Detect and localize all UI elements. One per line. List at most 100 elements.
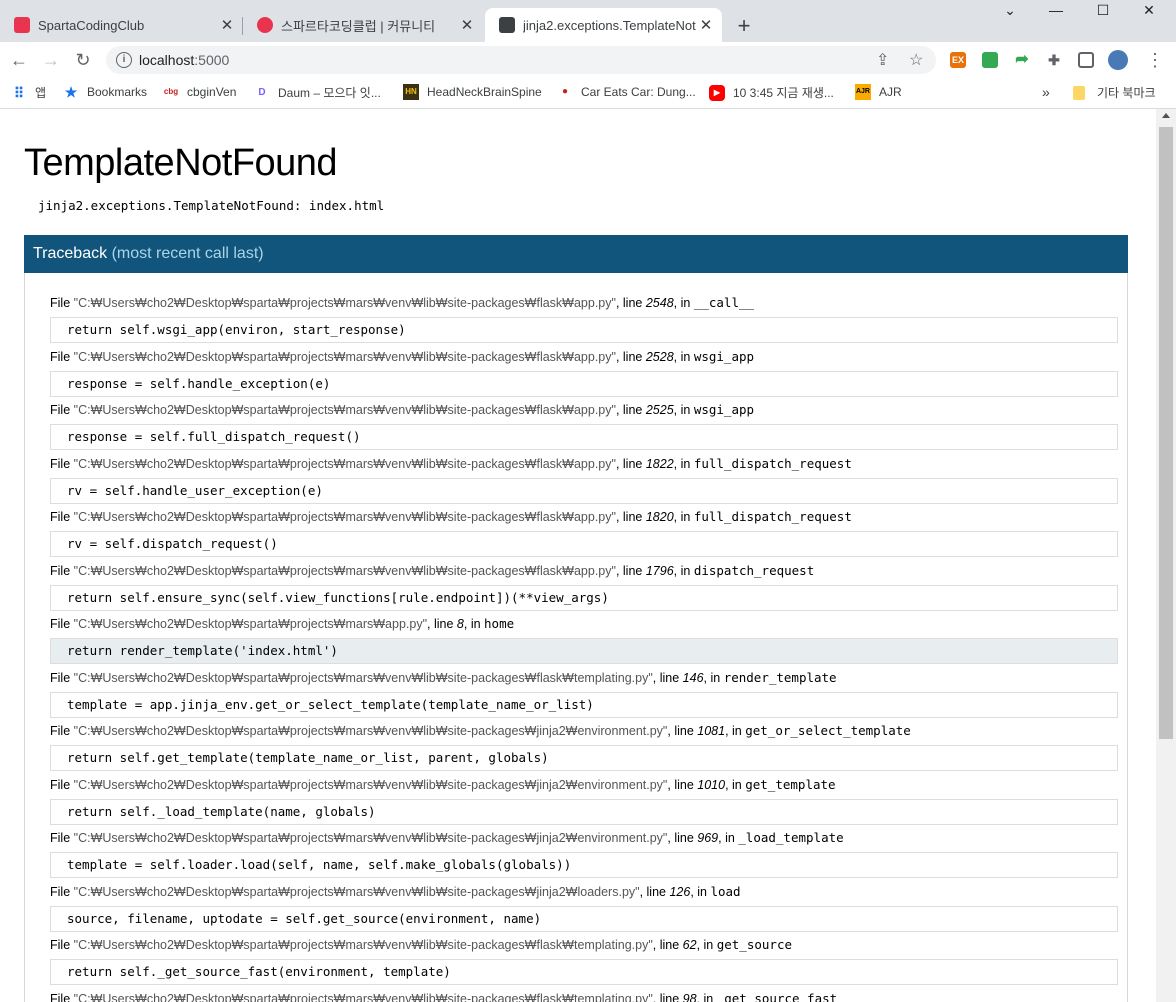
menu-icon[interactable]: ⋮ — [1146, 50, 1164, 71]
frame-line-number: 1820 — [645, 510, 674, 524]
frame-line-number: 98 — [682, 991, 697, 1002]
error-message: jinja2.exceptions.TemplateNotFound: inde… — [38, 198, 385, 213]
frame-source-line[interactable]: rv = self.dispatch_request() — [50, 531, 1118, 557]
frame-source-line[interactable]: return self.wsgi_app(environ, start_resp… — [50, 317, 1118, 343]
tab-community[interactable]: 스파르타코딩클럽 | 커뮤니티 ✕ — [243, 8, 483, 42]
frame-source-line[interactable]: source, filename, uptodate = self.get_so… — [50, 905, 1118, 932]
bookmark-daum[interactable]: D Daum – 모으다 잇... — [254, 84, 380, 101]
share-icon[interactable]: ⇪ — [876, 50, 889, 70]
frame-function-name: __call__ — [693, 295, 755, 310]
frame-file-path: "C:₩Users₩cho2₩Desktop₩sparta₩projects₩m… — [73, 884, 640, 899]
close-window-icon[interactable]: ✕ — [1126, 2, 1172, 19]
traceback-frame: File "C:₩Users₩cho2₩Desktop₩sparta₩proje… — [50, 348, 1118, 397]
bookmark-car-eats-car[interactable]: ● Car Eats Car: Dung... — [557, 84, 696, 100]
traceback-frame: File "C:₩Users₩cho2₩Desktop₩sparta₩proje… — [50, 776, 1118, 825]
frame-source-line[interactable]: return self.ensure_sync(self.view_functi… — [50, 584, 1118, 611]
bookmark-youtube[interactable]: ▶ 10 3:45 지금 재생... — [709, 84, 834, 101]
frame-function-name: dispatch_request — [693, 562, 815, 578]
bookmark-ajr[interactable]: AJR AJR — [855, 84, 902, 100]
page-content: TemplateNotFound jinja2.exceptions.Templ… — [0, 109, 1156, 1002]
puzzle-extensions-icon[interactable]: ✚ — [1046, 52, 1062, 68]
bookmark-bookmarks[interactable]: ★ Bookmarks — [63, 84, 147, 100]
bookmark-label: 기타 북마크 — [1097, 86, 1156, 100]
tab-jinja-error[interactable]: jinja2.exceptions.TemplateNotFo ✕ — [485, 8, 722, 42]
new-tab-icon[interactable]: + — [732, 13, 756, 39]
frame-source-line[interactable]: return self._get_source_fast(environment… — [50, 959, 1118, 985]
frame-function-name: get_source — [716, 937, 792, 952]
file-label: File — [50, 296, 71, 310]
frame-source-line[interactable]: return self._load_template(name, globals… — [50, 798, 1118, 825]
sparta-favicon-icon — [14, 17, 30, 33]
tab-spartacodingclub[interactable]: SpartaCodingClub ✕ — [0, 8, 243, 42]
traceback-note: (most recent call last) — [111, 245, 264, 262]
frame-source-line[interactable]: rv = self.handle_user_exception(e) — [50, 477, 1118, 504]
hnbs-icon: HN — [403, 84, 419, 100]
scroll-up-icon[interactable] — [1162, 113, 1170, 118]
more-bookmarks-icon[interactable]: » — [1042, 84, 1050, 100]
terminal-favicon-icon — [499, 17, 515, 33]
traceback-frame: File "C:₩Users₩cho2₩Desktop₩sparta₩proje… — [50, 294, 1118, 343]
traceback-frame: File "C:₩Users₩cho2₩Desktop₩sparta₩proje… — [50, 615, 1118, 664]
line-label: , line — [615, 456, 646, 471]
frame-source-line[interactable]: template = app.jinja_env.get_or_select_t… — [50, 691, 1118, 718]
frame-location: File "C:₩Users₩cho2₩Desktop₩sparta₩proje… — [50, 722, 1118, 740]
profile-avatar[interactable] — [1108, 50, 1128, 70]
line-label: , line — [615, 510, 646, 524]
ex-extension-icon[interactable]: EX — [950, 52, 966, 68]
bookmark-cbginven[interactable]: cbg cbginVen — [163, 84, 237, 100]
file-label: File — [50, 456, 71, 471]
frame-source-line[interactable]: template = self.loader.load(self, name, … — [50, 852, 1118, 878]
frame-file-path: "C:₩Users₩cho2₩Desktop₩sparta₩projects₩m… — [73, 617, 428, 631]
frame-line-number: 2525 — [645, 403, 674, 417]
forward-icon[interactable]: → — [39, 48, 63, 72]
vertical-scrollbar[interactable] — [1156, 109, 1176, 1002]
share-arrow-extension-icon[interactable]: ➦ — [1014, 52, 1030, 68]
reload-icon[interactable]: ↻ — [71, 48, 95, 72]
browser-toolbar: ← → ↻ i localhost:5000 ⇪ ☆ EX ➦ ✚ ⋮ — [0, 42, 1176, 78]
bookmark-headneck[interactable]: HN HeadNeckBrainSpine — [403, 84, 542, 100]
frame-source-line[interactable]: response = self.full_dispatch_request() — [50, 424, 1118, 450]
frame-line-number: 1822 — [645, 456, 674, 471]
minimize-icon[interactable]: — — [1033, 2, 1079, 18]
frame-source-line[interactable]: return self.get_template(template_name_o… — [50, 745, 1118, 771]
frame-source-line[interactable]: return render_template('index.html') — [50, 638, 1118, 664]
side-panel-icon[interactable] — [1078, 52, 1094, 68]
page-title: TemplateNotFound — [24, 142, 338, 184]
close-tab-icon[interactable]: ✕ — [696, 16, 716, 34]
ajr-icon: AJR — [855, 84, 871, 100]
close-tab-icon[interactable]: ✕ — [457, 16, 477, 34]
frame-function-name: get_or_select_template — [745, 723, 911, 738]
line-label: , line — [667, 831, 698, 845]
frame-file-path: "C:₩Users₩cho2₩Desktop₩sparta₩projects₩m… — [73, 831, 668, 845]
frame-file-path: "C:₩Users₩cho2₩Desktop₩sparta₩projects₩m… — [73, 296, 616, 310]
star-icon[interactable]: ☆ — [909, 50, 923, 70]
cbg-icon: cbg — [163, 87, 179, 96]
traceback-frame: File "C:₩Users₩cho2₩Desktop₩sparta₩proje… — [50, 936, 1118, 985]
tab-title: jinja2.exceptions.TemplateNotFo — [523, 17, 696, 33]
maximize-icon[interactable]: ☐ — [1080, 2, 1126, 19]
traceback-label: Traceback — [33, 245, 108, 262]
frame-location: File "C:₩Users₩cho2₩Desktop₩sparta₩proje… — [50, 401, 1118, 419]
apps-shortcut[interactable]: ⠿ 앱 — [11, 84, 46, 101]
back-icon[interactable]: ← — [7, 48, 31, 72]
frame-function-name: _load_template — [738, 830, 844, 845]
traceback-frame: File "C:₩Users₩cho2₩Desktop₩sparta₩proje… — [50, 401, 1118, 450]
info-icon[interactable]: i — [116, 52, 132, 68]
frame-location: File "C:₩Users₩cho2₩Desktop₩sparta₩proje… — [50, 990, 1118, 1002]
frame-source-line[interactable]: response = self.handle_exception(e) — [50, 370, 1118, 397]
in-label: , in — [703, 670, 724, 685]
close-tab-icon[interactable]: ✕ — [217, 16, 237, 34]
line-label: , line — [615, 349, 646, 364]
tab-title: SpartaCodingClub — [38, 17, 145, 33]
address-bar[interactable]: i localhost:5000 ⇪ ☆ — [106, 46, 936, 74]
traceback-frame: File "C:₩Users₩cho2₩Desktop₩sparta₩proje… — [50, 562, 1118, 611]
tab-search-icon[interactable]: ⌄ — [987, 2, 1033, 19]
green-extension-icon[interactable] — [982, 52, 998, 68]
line-label: , line — [615, 403, 646, 417]
bookmark-label: cbginVen — [187, 85, 237, 99]
youtube-icon: ▶ — [709, 84, 725, 101]
in-label: , in — [463, 617, 485, 631]
frame-file-path: "C:₩Users₩cho2₩Desktop₩sparta₩projects₩m… — [73, 991, 653, 1002]
scrollbar-thumb[interactable] — [1159, 127, 1173, 739]
other-bookmarks[interactable]: 기타 북마크 — [1073, 84, 1156, 101]
